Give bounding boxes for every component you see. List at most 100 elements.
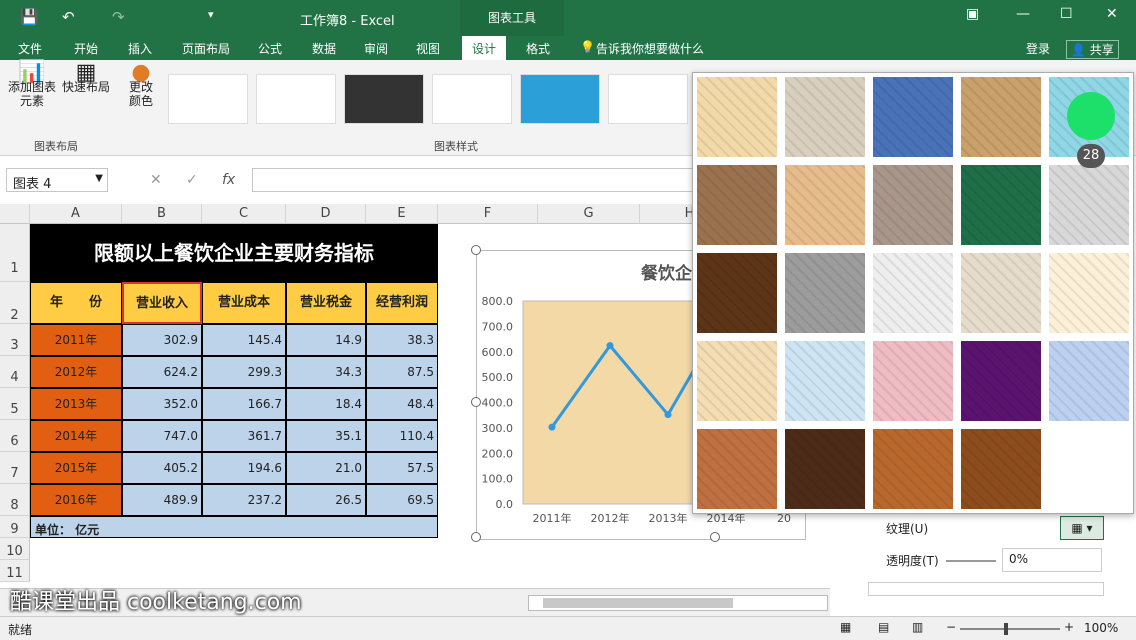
value-cell[interactable]: 18.4	[286, 388, 366, 420]
texture-swatch[interactable]	[873, 253, 953, 333]
change-colors-button[interactable]: ● 更改 颜色	[120, 62, 162, 109]
year-cell[interactable]: 2015年	[30, 452, 122, 484]
texture-swatch[interactable]	[873, 341, 953, 421]
menu-formulas[interactable]: 公式	[258, 40, 282, 57]
panel-scrollbar[interactable]	[868, 582, 1104, 596]
row-header-9[interactable]: 9	[0, 516, 30, 538]
chart-style-4[interactable]	[432, 74, 512, 124]
chart-style-2[interactable]	[256, 74, 336, 124]
texture-swatch[interactable]	[961, 253, 1041, 333]
row-header-1[interactable]: 1	[0, 224, 30, 282]
texture-swatch[interactable]	[697, 77, 777, 157]
value-cell[interactable]: 48.4	[366, 388, 438, 420]
menu-file[interactable]: 文件	[18, 40, 42, 57]
col-header-a[interactable]: A	[30, 204, 122, 224]
row-header-3[interactable]: 3	[0, 324, 30, 356]
menu-page-layout[interactable]: 页面布局	[182, 40, 230, 57]
maximize-icon[interactable]: ☐	[1060, 6, 1073, 22]
transparency-input[interactable]: 0%	[1002, 548, 1102, 572]
scroll-thumb[interactable]	[543, 598, 733, 608]
value-cell[interactable]: 489.9	[122, 484, 202, 516]
value-cell[interactable]: 361.7	[202, 420, 286, 452]
chart-handle-bottom[interactable]	[710, 532, 720, 542]
value-cell[interactable]: 69.5	[366, 484, 438, 516]
zoom-level[interactable]: 100%	[1084, 621, 1118, 635]
row-header-2[interactable]: 2	[0, 282, 30, 324]
page-layout-view-icon[interactable]: ▤	[878, 620, 889, 634]
col-header-f[interactable]: F	[438, 204, 538, 224]
header-tax[interactable]: 营业税金	[286, 282, 366, 324]
chart-handle-bottom-left[interactable]	[471, 532, 481, 542]
customize-icon[interactable]: ▾	[208, 8, 214, 21]
cancel-icon[interactable]: ✕	[150, 172, 162, 188]
texture-swatch[interactable]	[697, 341, 777, 421]
value-cell[interactable]: 87.5	[366, 356, 438, 388]
table-title[interactable]: 限额以上餐饮企业主要财务指标	[30, 224, 438, 282]
menu-review[interactable]: 审阅	[364, 40, 388, 57]
row-header-4[interactable]: 4	[0, 356, 30, 388]
year-cell[interactable]: 2016年	[30, 484, 122, 516]
texture-swatch[interactable]	[785, 341, 865, 421]
save-icon[interactable]: 💾	[20, 8, 39, 26]
name-box-dropdown-icon[interactable]: ▼	[95, 173, 103, 184]
tell-me-search[interactable]: 告诉我你想要做什么	[596, 40, 704, 57]
chart-handle-left[interactable]	[471, 397, 481, 407]
texture-swatch[interactable]	[873, 429, 953, 509]
header-year[interactable]: 年 份	[30, 282, 122, 324]
texture-picker-button[interactable]: ▦ ▾	[1060, 516, 1104, 540]
col-header-c[interactable]: C	[202, 204, 286, 224]
col-header-e[interactable]: E	[366, 204, 438, 224]
normal-view-icon[interactable]: ▦	[840, 620, 851, 634]
value-cell[interactable]: 299.3	[202, 356, 286, 388]
texture-swatch[interactable]	[961, 77, 1041, 157]
menu-format[interactable]: 格式	[526, 40, 550, 57]
year-cell[interactable]: 2013年	[30, 388, 122, 420]
quick-layout-button[interactable]: ▦ 快速布局	[60, 62, 112, 95]
enter-icon[interactable]: ✓	[186, 172, 198, 188]
page-break-view-icon[interactable]: ▥	[912, 620, 923, 634]
menu-insert[interactable]: 插入	[128, 40, 152, 57]
menu-design[interactable]: 设计	[462, 36, 507, 60]
minimize-icon[interactable]: —	[1016, 6, 1030, 22]
value-cell[interactable]: 35.1	[286, 420, 366, 452]
value-cell[interactable]: 352.0	[122, 388, 202, 420]
col-header-d[interactable]: D	[286, 204, 366, 224]
menu-home[interactable]: 开始	[74, 40, 98, 57]
value-cell[interactable]: 194.6	[202, 452, 286, 484]
value-cell[interactable]: 110.4	[366, 420, 438, 452]
close-icon[interactable]: ✕	[1106, 6, 1118, 22]
ribbon-display-icon[interactable]: ▣	[966, 6, 979, 22]
texture-swatch[interactable]	[1049, 165, 1129, 245]
texture-swatch[interactable]	[697, 429, 777, 509]
texture-swatch[interactable]	[1049, 341, 1129, 421]
value-cell[interactable]: 38.3	[366, 324, 438, 356]
value-cell[interactable]: 57.5	[366, 452, 438, 484]
undo-icon[interactable]: ↶	[62, 8, 75, 26]
chart-handle-top-left[interactable]	[471, 245, 481, 255]
col-header-b[interactable]: B	[122, 204, 202, 224]
year-cell[interactable]: 2014年	[30, 420, 122, 452]
value-cell[interactable]: 302.9	[122, 324, 202, 356]
value-cell[interactable]: 624.2	[122, 356, 202, 388]
chart-style-5[interactable]	[520, 74, 600, 124]
header-profit[interactable]: 经营利润	[366, 282, 438, 324]
texture-swatch[interactable]	[1049, 253, 1129, 333]
texture-swatch[interactable]	[873, 77, 953, 157]
row-header-8[interactable]: 8	[0, 484, 30, 516]
menu-data[interactable]: 数据	[312, 40, 336, 57]
zoom-slider-thumb[interactable]	[1004, 623, 1008, 635]
select-all-corner[interactable]	[0, 204, 30, 224]
texture-swatch[interactable]	[785, 77, 865, 157]
header-revenue[interactable]: 营业收入	[122, 282, 202, 324]
value-cell[interactable]: 14.9	[286, 324, 366, 356]
value-cell[interactable]: 26.5	[286, 484, 366, 516]
row-header-5[interactable]: 5	[0, 388, 30, 420]
chart-style-1[interactable]	[168, 74, 248, 124]
horizontal-scrollbar[interactable]	[528, 595, 828, 611]
texture-swatch[interactable]	[873, 165, 953, 245]
texture-swatch[interactable]	[961, 341, 1041, 421]
texture-swatch[interactable]	[785, 429, 865, 509]
unit-note[interactable]: 单位： 亿元	[30, 516, 438, 538]
zoom-slider[interactable]	[960, 628, 1060, 630]
texture-swatch[interactable]	[785, 165, 865, 245]
